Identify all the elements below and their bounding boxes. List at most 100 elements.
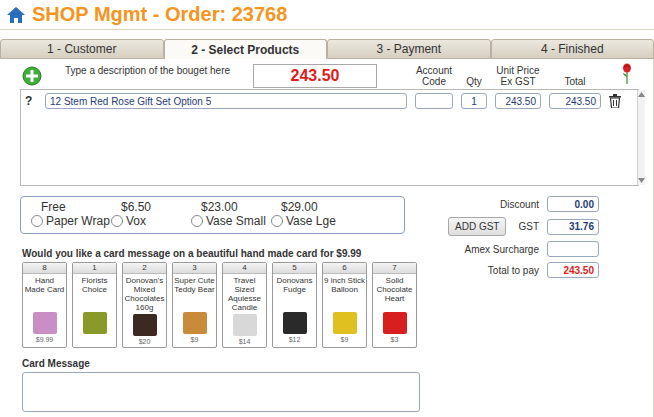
wrap-radio[interactable]: Paper Wrap xyxy=(31,214,110,228)
wrap-price: $29.00 xyxy=(271,200,318,214)
tab[interactable]: 2 - Select Products xyxy=(164,39,328,59)
product-list: ? 12 Stem Red Rose Gift Set Option 5 1 243.… xyxy=(20,89,639,186)
scrollbar[interactable] xyxy=(637,90,645,185)
card-price: $12 xyxy=(289,335,301,345)
home-icon[interactable] xyxy=(6,5,26,25)
rose-icon xyxy=(621,63,633,85)
gst-label-cell: ADD GST GST xyxy=(448,217,539,236)
add-gst-button[interactable]: ADD GST xyxy=(448,217,506,236)
card-number: 7 xyxy=(373,263,416,274)
addon-card[interactable]: 8Hand Made Card $9.99 xyxy=(22,262,67,348)
card-thumbnail xyxy=(333,312,357,334)
wrap-label: Vox xyxy=(126,214,146,228)
wrap-radio[interactable]: Vase Lge xyxy=(271,214,336,228)
card-price: $3 xyxy=(391,335,399,345)
addon-card[interactable]: 4Travel Sized Aquiesse Candle $14 xyxy=(222,262,267,348)
addon-card[interactable]: 69 inch Stick Balloon $9 xyxy=(322,262,367,348)
card-name: Donovan's Mixed Chocolates 160g xyxy=(123,274,166,314)
card-number: 5 xyxy=(273,263,316,274)
card-number: 3 xyxy=(173,263,216,274)
wrap-option: $29.00Vase Lge xyxy=(271,200,351,230)
radio-button[interactable] xyxy=(271,215,283,227)
totals: Discount 0.00 ADD GST GST 31.76 Amex Surcharg… xyxy=(448,196,599,417)
tab[interactable]: 4 - Finished xyxy=(491,39,654,59)
addon-card[interactable]: 1Florists Choice xyxy=(72,262,117,348)
card-number: 4 xyxy=(223,263,266,274)
addon-card[interactable]: 2Donovan's Mixed Chocolates 160g$20 xyxy=(122,262,167,348)
wrap-price: $23.00 xyxy=(191,200,238,214)
wrap-option: $6.50Vox xyxy=(111,200,191,230)
rose-cell xyxy=(609,63,633,85)
radio-button[interactable] xyxy=(191,215,203,227)
total-to-pay-label: Total to pay xyxy=(448,265,539,276)
page-title: SHOP Mgmt - Order: 23768 xyxy=(32,3,287,26)
card-price: $9.99 xyxy=(36,335,54,345)
account-code-label: Account Code xyxy=(415,65,453,89)
card-price: $9 xyxy=(191,335,199,345)
wrap-price: Free xyxy=(31,200,66,214)
qty-field[interactable]: 1 xyxy=(461,93,487,109)
qty-label: Qty xyxy=(461,76,487,89)
scroll-down-icon[interactable] xyxy=(638,178,645,183)
discount-label: Discount xyxy=(448,199,539,210)
card-offer-title: Would you like a card message on a beaut… xyxy=(20,248,420,259)
order-total: 243.50 xyxy=(253,64,377,88)
card-number: 6 xyxy=(323,263,366,274)
amex-label: Amex Surcharge xyxy=(448,244,539,255)
card-thumbnail xyxy=(283,312,307,334)
card-price: $14 xyxy=(239,337,251,347)
options-column: FreePaper Wrap$6.50Vox$23.00Vase Small$2… xyxy=(20,196,420,417)
add-icon[interactable] xyxy=(22,66,42,86)
tab[interactable]: 1 - Customer xyxy=(0,39,164,59)
card-name: Solid Chocolate Heart xyxy=(373,274,416,312)
product-header: Type a description of the bouget here243… xyxy=(20,63,639,89)
card-thumbnail xyxy=(233,314,257,336)
card-name: Donovans Fudge xyxy=(273,274,316,312)
wrap-option: $23.00Vase Small xyxy=(191,200,271,230)
gst-label: GST xyxy=(518,221,539,232)
wrap-radio[interactable]: Vox xyxy=(111,214,146,228)
header: SHOP Mgmt - Order: 23768 xyxy=(0,0,654,30)
card-message-input[interactable] xyxy=(22,372,420,412)
account-code-field[interactable] xyxy=(415,93,453,109)
wrap-option: FreePaper Wrap xyxy=(31,200,111,230)
card-number: 1 xyxy=(73,263,116,274)
card-name: Hand Made Card xyxy=(23,274,66,312)
amex-field[interactable] xyxy=(547,241,599,257)
gst-field[interactable]: 31.76 xyxy=(547,219,599,235)
card-message-label: Card Message xyxy=(20,358,420,369)
unit-price-field[interactable]: 243.50 xyxy=(495,93,541,109)
card-thumbnail xyxy=(383,312,407,334)
wrap-radio[interactable]: Vase Small xyxy=(191,214,266,228)
total-to-pay-field: 243.50 xyxy=(547,262,599,278)
scroll-up-icon[interactable] xyxy=(638,92,645,97)
card-name: Travel Sized Aquiesse Candle xyxy=(223,274,266,314)
row-marker: ? xyxy=(25,94,37,108)
card-name: Florists Choice xyxy=(73,274,116,312)
hint-cell: Type a description of the bouget here243… xyxy=(22,63,407,89)
tab[interactable]: 3 - Payment xyxy=(327,39,491,59)
card-price: $9 xyxy=(341,335,349,345)
card-name: Super Cute Teddy Bear xyxy=(173,274,216,312)
lower-section: FreePaper Wrap$6.50Vox$23.00Vase Small$2… xyxy=(20,196,639,417)
card-thumbnail xyxy=(83,312,107,334)
trash-icon[interactable] xyxy=(609,94,621,108)
card-number: 2 xyxy=(123,263,166,274)
wrap-label: Paper Wrap xyxy=(46,214,110,228)
description-hint: Type a description of the bouget here xyxy=(42,63,253,76)
wrap-label: Vase Lge xyxy=(286,214,336,228)
unit-price-label: Unit Price Ex GST xyxy=(495,65,541,89)
description-field[interactable]: 12 Stem Red Rose Gift Set Option 5 xyxy=(45,93,407,109)
discount-field[interactable]: 0.00 xyxy=(547,196,599,212)
addon-card[interactable]: 7Solid Chocolate Heart $3 xyxy=(372,262,417,348)
wrap-price: $6.50 xyxy=(111,200,151,214)
addon-card[interactable]: 3Super Cute Teddy Bear $9 xyxy=(172,262,217,348)
addon-card[interactable]: 5Donovans Fudge $12 xyxy=(272,262,317,348)
wrap-label: Vase Small xyxy=(206,214,266,228)
radio-button[interactable] xyxy=(31,215,43,227)
card-thumbnail xyxy=(133,314,157,336)
card-name: 9 inch Stick Balloon xyxy=(323,274,366,312)
radio-button[interactable] xyxy=(111,215,123,227)
card-number: 8 xyxy=(23,263,66,274)
total-field[interactable]: 243.50 xyxy=(549,93,601,109)
